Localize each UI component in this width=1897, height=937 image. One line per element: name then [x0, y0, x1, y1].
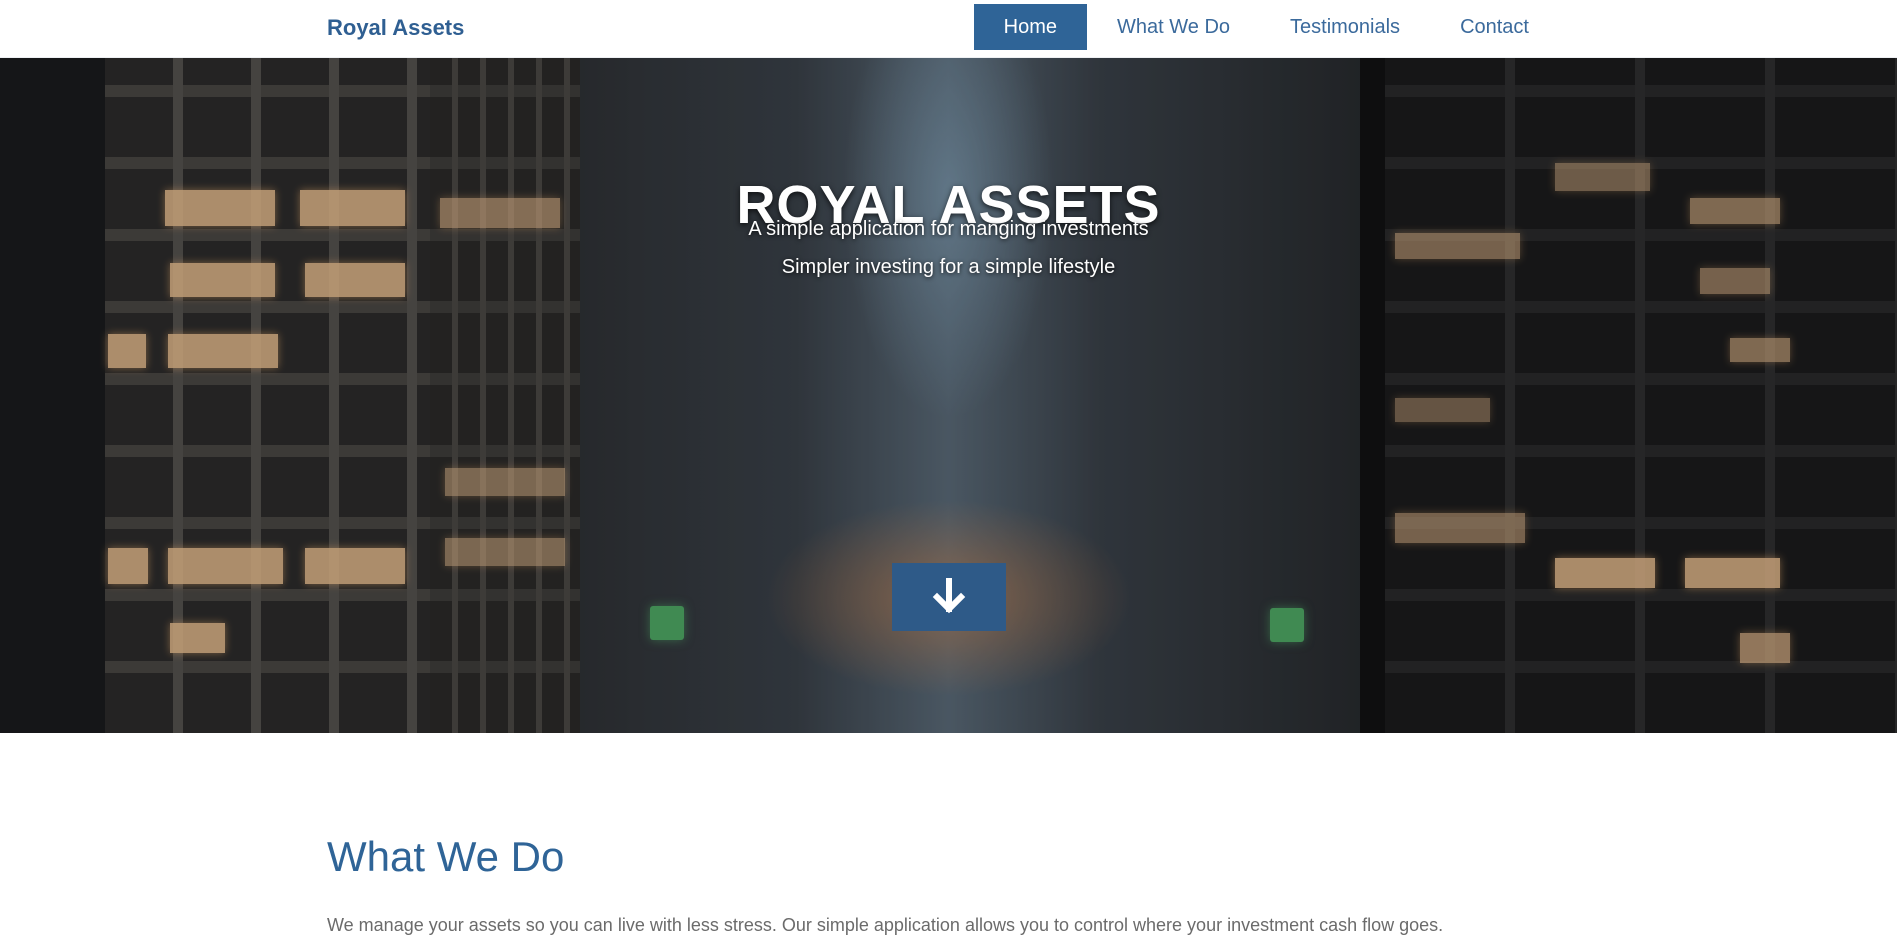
nav-item-home[interactable]: Home — [973, 4, 1088, 50]
nav-item-contact[interactable]: Contact — [1430, 4, 1559, 50]
nav-item-what-we-do[interactable]: What We Do — [1087, 4, 1260, 50]
scroll-down-button[interactable] — [892, 563, 1006, 631]
brand-logo-link[interactable]: Royal Assets — [327, 14, 464, 42]
section-title: What We Do — [327, 833, 565, 880]
nav-item-testimonials[interactable]: Testimonials — [1260, 4, 1430, 50]
arrow-down-icon — [932, 578, 966, 614]
nav-menu: Home What We Do Testimonials Contact — [973, 4, 1559, 50]
hero-section: ROYAL ASSETS A simple application for ma… — [0, 58, 1897, 733]
navbar: Royal Assets Home What We Do Testimonial… — [0, 0, 1897, 58]
section-description: We manage your assets so you can live wi… — [327, 915, 1444, 935]
hero-tagline: Simpler investing for a simple lifestyle — [781, 256, 1116, 278]
hero-subtitle: A simple application for manging investm… — [748, 218, 1149, 240]
